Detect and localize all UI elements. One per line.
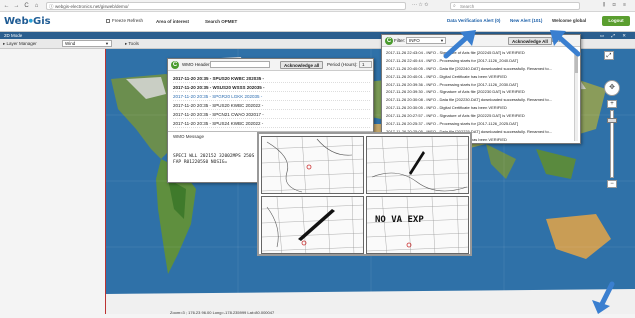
period-input[interactable]: 1 [359,61,372,68]
fullscreen-icon[interactable]: ⤢ [604,51,614,60]
new-alert-link[interactable]: New Alert (101) [510,18,542,23]
wmo-header-row[interactable]: 2017-11-20 20:35 - SPUS24 KWBC 202022 - [173,119,370,128]
search-opmet-link[interactable]: Search OPMET [205,19,237,24]
alert-row[interactable]: 2017-11-26 20:30:08 - INFO - Data file [… [386,96,572,104]
window-control-icons[interactable]: ▭ ⤢ ✕ [600,32,629,39]
map-coordinates: Zoom=3 ; 176.23 96.00 Long=-178.235999 L… [170,310,275,315]
search-placeholder: Search [460,4,475,9]
filter-label: Filter: [394,38,406,43]
forward-icon[interactable]: → [13,3,20,10]
no-va-exp-label: NO VA EXP [375,215,424,225]
back-icon[interactable]: ← [3,3,10,10]
page-actions[interactable]: ··· ☆ ✩ [412,2,428,8]
mode-label: 2D Mode [4,33,23,38]
refresh-icon[interactable]: C [385,37,393,45]
url-text: webgis-electronics.net/gisweb/demo/ [55,4,129,9]
compass-icon[interactable]: ✥ [604,80,620,96]
alert-row[interactable]: 2017-11-26 20:39:36 - INFO - Processing … [386,81,572,89]
wmo-header-input[interactable] [210,61,270,68]
wmo-header-row[interactable]: 2017-11-20 20:35 - SPUS20 KWBC 202035 - [173,74,370,83]
browser-toolbar: ← → C ⌂ ⓘ webgis-electronics.net/gisweb/… [0,0,635,12]
advisory-chart-4: NO VA EXP [366,196,469,254]
advisory-image-panel[interactable]: NO VA EXP [257,132,472,256]
wmo-header-row[interactable]: 2017-11-20 20:35 - SPGR20 LGKK 202035 - [173,92,370,101]
layer-select[interactable]: Wind ▼ [62,40,112,47]
browser-search-input[interactable]: ⌕ Search [450,2,580,10]
welcome-text: Welcome global [552,18,587,23]
freeze-refresh-checkbox[interactable]: Freeze Refresh [106,18,143,23]
wmo-header-list: 2017-11-20 20:35 - SPUS20 KWBC 202035 -2… [173,74,370,128]
annotation-arrow-3 [592,281,615,314]
alert-row[interactable]: 2017-11-26 20:25:37 - INFO - Processing … [386,120,572,128]
period-label: Period (Hours): [327,62,358,67]
zoom-slider-thumb[interactable] [607,118,617,123]
data-verification-alert-link[interactable]: Data Verification Alert (0) [447,18,500,23]
layer-manager-toggle[interactable]: ▸ Layer Manager [3,41,37,47]
home-icon[interactable]: ⌂ [33,3,40,10]
wmo-header-row[interactable]: 2017-11-20 20:35 - SPUS20 KWBC 202022 - [173,101,370,110]
area-of-interest-link[interactable]: Area of interest [156,19,189,24]
logout-button[interactable]: Logout [602,16,630,26]
reload-icon[interactable]: C [23,3,30,10]
alert-row[interactable]: 2017-11-26 20:40:05 - INFO - Data file [… [386,65,572,73]
app-header: Web●Gis Freeze Refresh Area of interest … [0,12,635,32]
zoom-plus-icon[interactable]: + [607,100,617,108]
tools-toggle[interactable]: ▸ Tools [125,41,139,47]
alert-row[interactable]: 2017-11-26 20:40:01 - INFO - Digital Cer… [386,73,572,81]
annotation-arrow-2 [550,30,581,57]
wmo-header-row[interactable]: 2017-11-20 20:35 - SPCN21 CWAO 202017 - [173,110,370,119]
wmo-header-label: WMO Header: [182,62,211,67]
search-icon: ⌕ [453,3,456,9]
chevron-down-icon: ▼ [105,41,109,46]
wmo-toolbar: C WMO Header: Acknowledge all Period (Ho… [168,59,373,71]
lock-icon: ⓘ [49,4,54,9]
wmo-message-label: WMO Message [173,134,205,139]
alert-list: 2017-11-26 22:43:04 - INFO - Signature o… [386,49,572,144]
browser-menu-icons[interactable]: ⫼ ⊡ ≡ [603,2,629,8]
zoom-minus-icon[interactable]: − [607,180,617,188]
address-bar[interactable]: ⓘ webgis-electronics.net/gisweb/demo/ [46,2,406,10]
refresh-icon[interactable]: C [171,61,179,69]
advisory-chart-3 [261,196,364,254]
alert-row[interactable]: 2017-11-26 20:30:05 - INFO - Digital Cer… [386,104,572,112]
wmo-message-text: SPECI WLL 202152 32002MPS 250S FAP R0122… [173,154,255,165]
acknowledge-all-button[interactable]: Acknowledge all [280,61,324,69]
alert-scrollbar[interactable] [574,49,578,141]
app-logo: Web●Gis [4,16,51,27]
wmo-header-row[interactable]: 2017-11-20 20:35 - WSUS20 WSSS 202035 - [173,83,370,92]
zoom-control: ✥ + − [601,80,623,190]
advisory-chart-2 [366,136,469,194]
annotation-arrow-1 [443,30,476,59]
alert-row[interactable]: 2017-11-26 20:27:57 - INFO - Signature o… [386,112,572,120]
alert-row[interactable]: 2017-11-26 20:39:30 - INFO - Signature o… [386,88,572,96]
advisory-chart-1 [261,136,364,194]
